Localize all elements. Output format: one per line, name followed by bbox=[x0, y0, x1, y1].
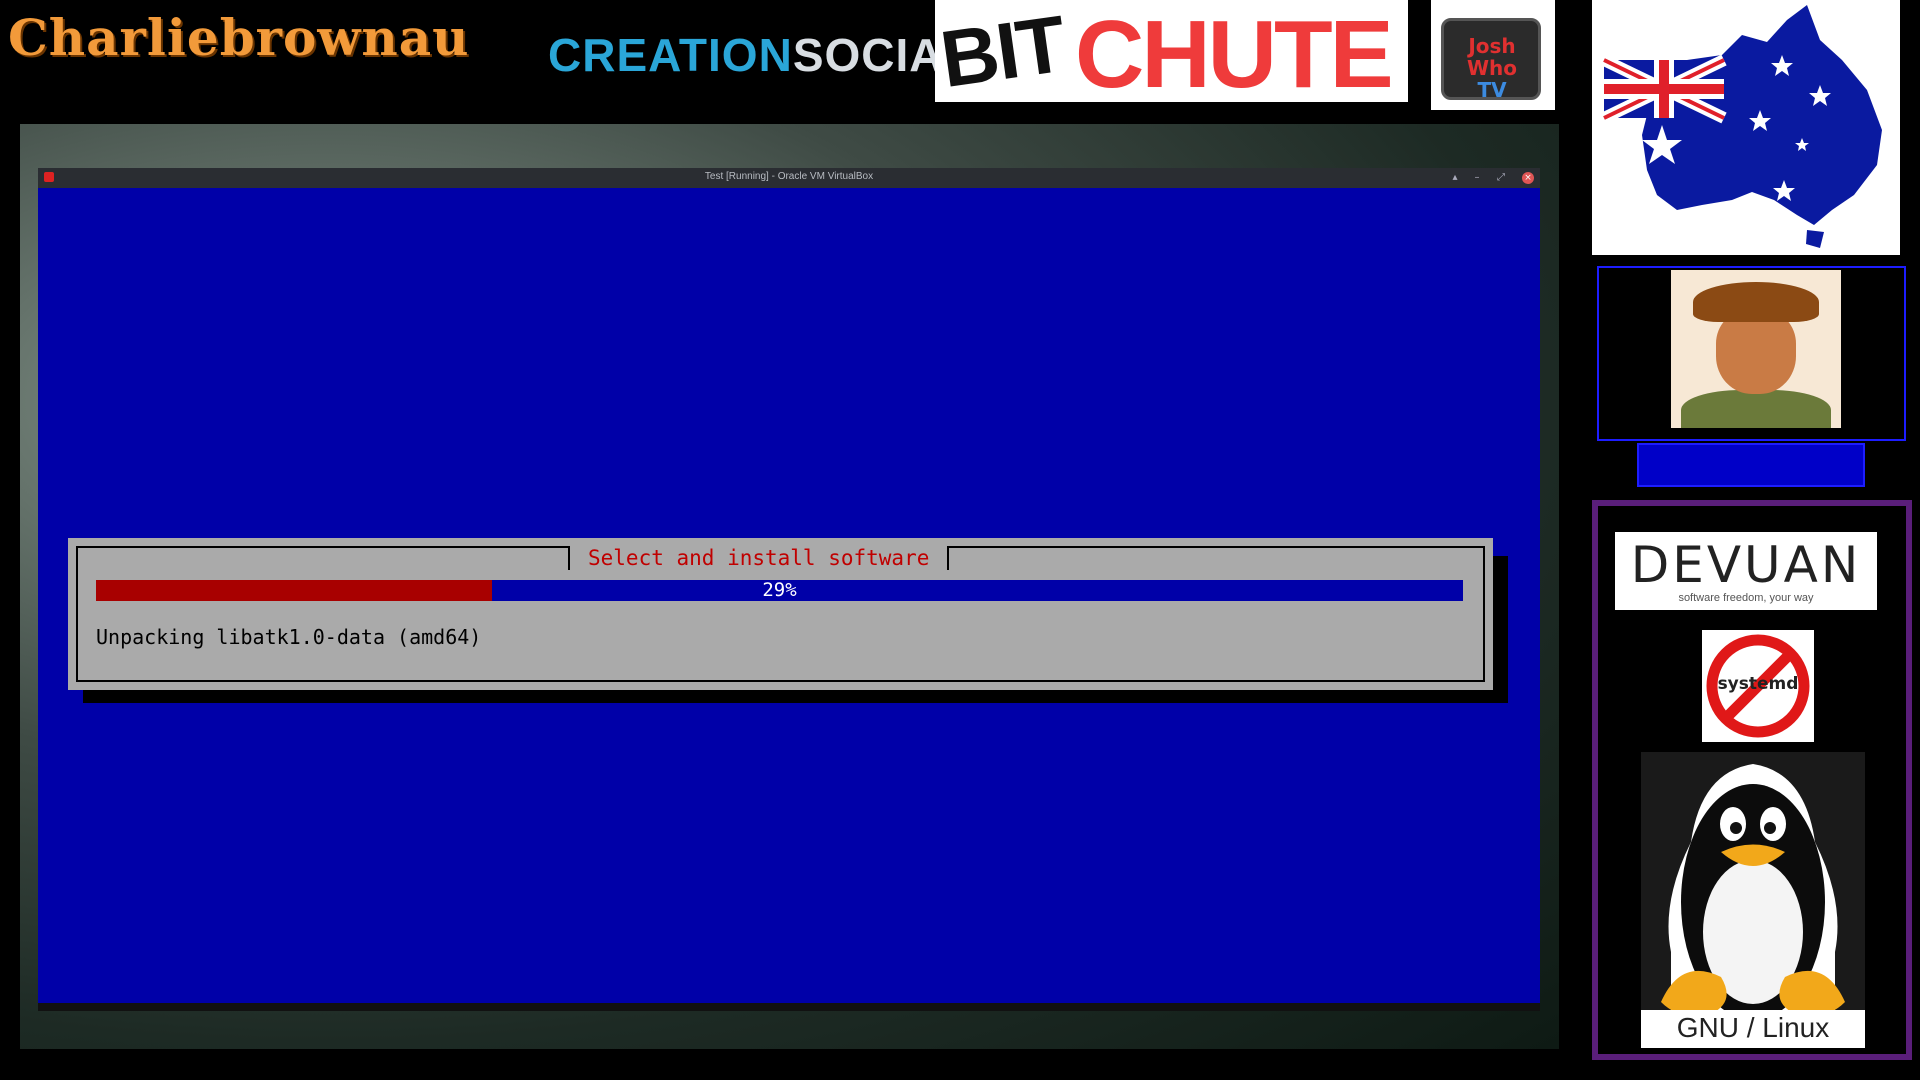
australia-map-icon bbox=[1601, 5, 1882, 248]
tux-caption: GNU / Linux bbox=[1676, 1012, 1830, 1043]
close-icon[interactable]: × bbox=[1522, 172, 1534, 184]
joshwho-line1: Josh Who bbox=[1466, 34, 1518, 80]
joshwho-line2: TV bbox=[1477, 78, 1507, 102]
vm-screen[interactable]: Select and install software 29% Unpackin… bbox=[38, 188, 1540, 1004]
creation-social-part1: CREATION bbox=[548, 29, 793, 81]
keep-above-icon[interactable]: ▴ bbox=[1448, 171, 1462, 185]
tux-logo: GNU / Linux bbox=[1641, 752, 1865, 1048]
tux-penguin-icon bbox=[1641, 764, 1865, 1048]
sidebar-logo-panel: DEVUAN software freedom, your way system… bbox=[1592, 500, 1912, 1060]
installer-dialog: Select and install software 29% Unpackin… bbox=[68, 538, 1493, 690]
no-systemd-logo: systemd bbox=[1702, 630, 1814, 742]
virtualbox-window[interactable]: Test [Running] - Oracle VM VirtualBox ▴ … bbox=[38, 168, 1540, 1011]
devuan-tagline: software freedom, your way bbox=[1678, 592, 1814, 604]
bitchute-chute-text: CHUTE bbox=[1075, 1, 1394, 102]
window-title: Test [Running] - Oracle VM VirtualBox bbox=[704, 171, 874, 182]
maximize-icon[interactable]: ⤢ bbox=[1494, 171, 1508, 185]
devuan-logo: DEVUAN software freedom, your way bbox=[1615, 532, 1877, 610]
window-titlebar[interactable]: Test [Running] - Oracle VM VirtualBox ▴ … bbox=[38, 168, 1540, 188]
webcam-caption-bar bbox=[1637, 443, 1865, 487]
tv-icon: Josh Who TV bbox=[1441, 18, 1541, 102]
dialog-frame: Select and install software bbox=[76, 546, 1485, 682]
minimize-icon[interactable]: – bbox=[1470, 171, 1484, 185]
bitchute-bit-text: BIT bbox=[935, 0, 1070, 102]
no-systemd-text: systemd bbox=[1717, 674, 1799, 694]
australia-flag-map bbox=[1592, 0, 1900, 255]
webcam-frame bbox=[1597, 266, 1906, 441]
creation-social-logo: CREATIONSOCIAL bbox=[548, 28, 973, 82]
progress-bar: 29% bbox=[96, 580, 1463, 601]
devuan-wordmark: DEVUAN bbox=[1630, 536, 1862, 594]
dialog-title: Select and install software bbox=[568, 546, 950, 570]
bitchute-logo: BIT CHUTE bbox=[935, 0, 1408, 102]
install-status-text: Unpacking libatk1.0-data (amd64) bbox=[96, 625, 482, 649]
channel-name: Charliebrownau bbox=[8, 8, 470, 67]
window-bottom-border bbox=[38, 1003, 1540, 1011]
avatar bbox=[1671, 270, 1841, 428]
joshwho-tv-logo: Josh Who TV bbox=[1431, 0, 1555, 110]
progress-percent-label: 29% bbox=[762, 579, 797, 601]
